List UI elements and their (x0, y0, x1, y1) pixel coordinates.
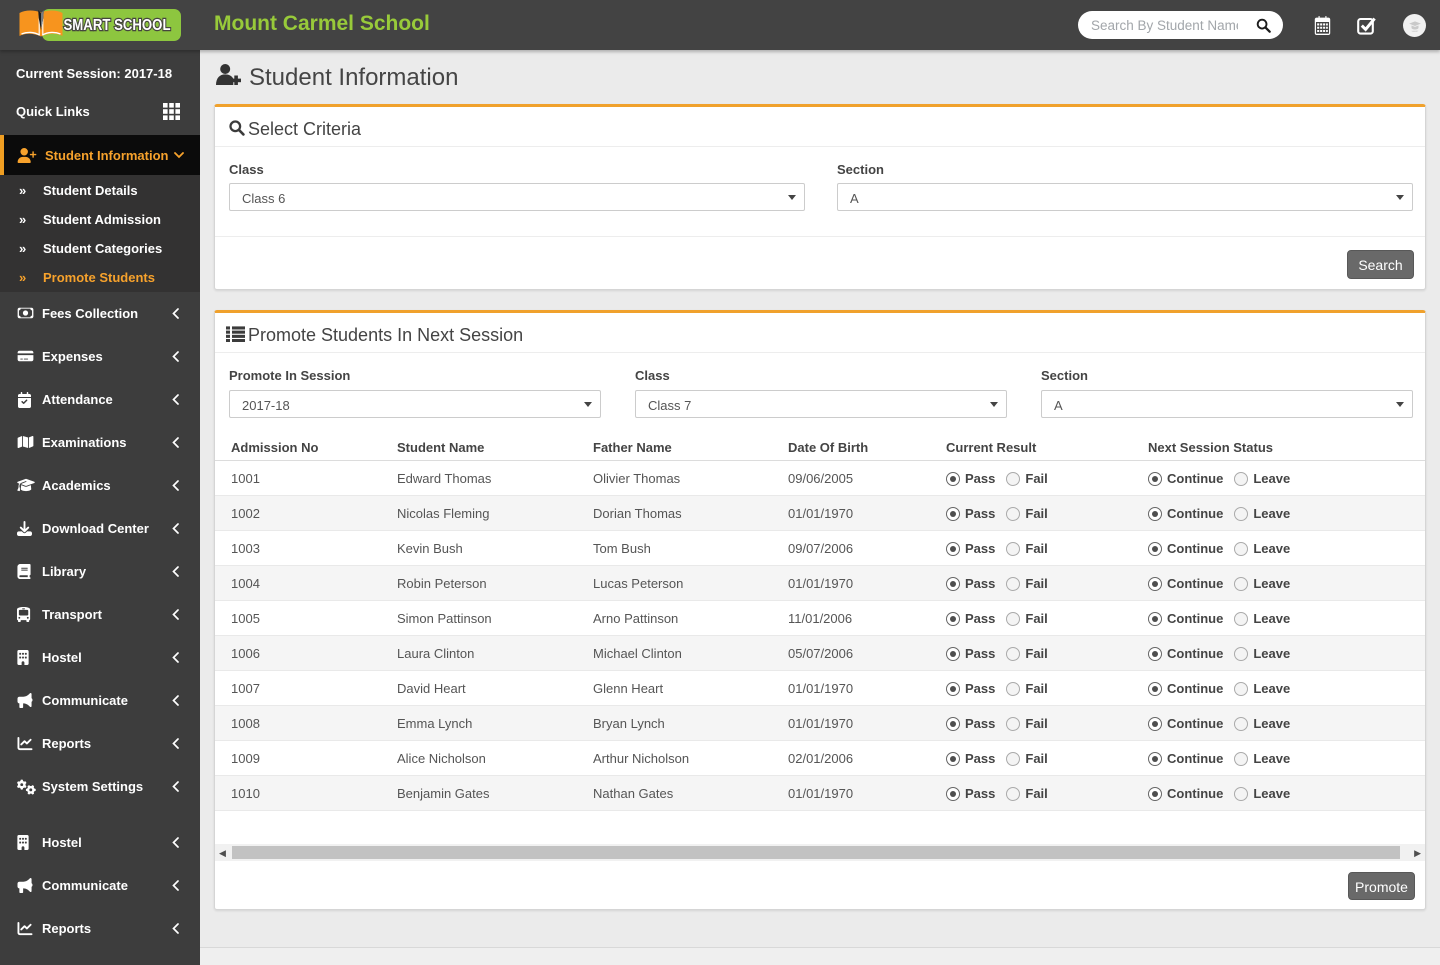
svg-text:SMART: SMART (1412, 30, 1420, 33)
svg-text:SMART SCHOOL: SMART SCHOOL (64, 17, 171, 34)
